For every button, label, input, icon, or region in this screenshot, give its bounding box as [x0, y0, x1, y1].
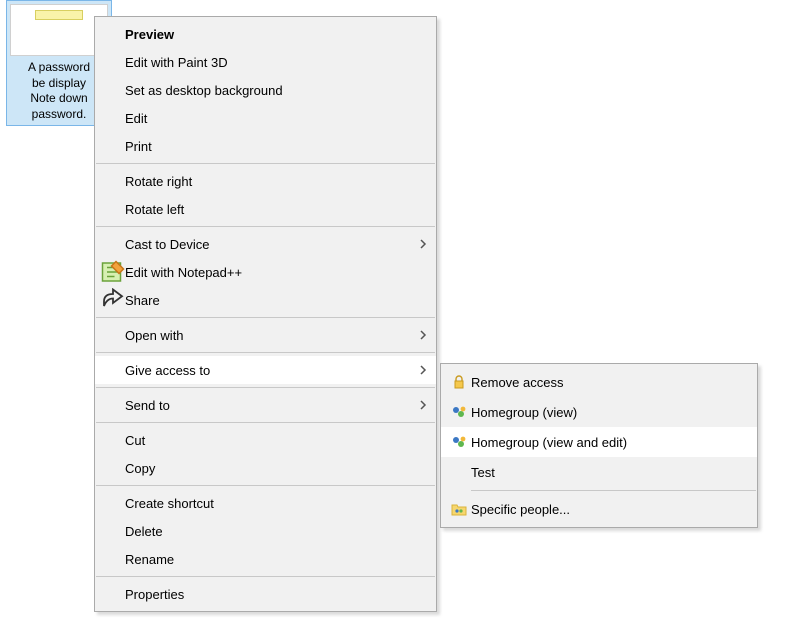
menu-separator — [96, 422, 435, 423]
chevron-right-icon — [412, 365, 428, 375]
context-menu: Preview Edit with Paint 3D Set as deskto… — [94, 16, 437, 612]
menu-item-rename[interactable]: Rename — [95, 545, 436, 573]
menu-item-preview[interactable]: Preview — [95, 20, 436, 48]
thumbnail-content — [35, 10, 83, 20]
menu-label: Cast to Device — [125, 237, 412, 252]
chevron-right-icon — [412, 330, 428, 340]
menu-separator — [96, 485, 435, 486]
menu-label: Open with — [125, 328, 412, 343]
menu-label: Share — [125, 293, 428, 308]
menu-label: Set as desktop background — [125, 83, 428, 98]
menu-item-rotate-left[interactable]: Rotate left — [95, 195, 436, 223]
submenu-separator — [471, 490, 756, 491]
menu-separator — [96, 226, 435, 227]
menu-label: Preview — [125, 27, 428, 42]
chevron-right-icon — [412, 239, 428, 249]
menu-label: Cut — [125, 433, 428, 448]
menu-label: Properties — [125, 587, 428, 602]
submenu-label: Homegroup (view) — [471, 405, 749, 420]
menu-item-print[interactable]: Print — [95, 132, 436, 160]
submenu-label: Specific people... — [471, 502, 749, 517]
submenu-label: Remove access — [471, 375, 749, 390]
menu-label: Rotate right — [125, 174, 428, 189]
menu-label: Copy — [125, 461, 428, 476]
menu-item-rotate-right[interactable]: Rotate right — [95, 167, 436, 195]
menu-separator — [96, 387, 435, 388]
menu-label: Print — [125, 139, 428, 154]
lock-icon — [447, 374, 471, 390]
menu-item-send-to[interactable]: Send to — [95, 391, 436, 419]
homegroup-icon — [447, 434, 471, 450]
menu-item-delete[interactable]: Delete — [95, 517, 436, 545]
homegroup-icon — [447, 404, 471, 420]
people-folder-icon — [447, 501, 471, 517]
submenu-item-homegroup-view-edit[interactable]: Homegroup (view and edit) — [441, 427, 757, 457]
menu-separator — [96, 163, 435, 164]
menu-separator — [96, 576, 435, 577]
notepadpp-icon — [101, 260, 125, 284]
menu-label: Create shortcut — [125, 496, 428, 511]
menu-separator — [96, 317, 435, 318]
menu-item-cut[interactable]: Cut — [95, 426, 436, 454]
share-icon — [101, 288, 125, 312]
menu-separator — [96, 352, 435, 353]
menu-item-cast-to-device[interactable]: Cast to Device — [95, 230, 436, 258]
submenu-label: Test — [471, 465, 749, 480]
menu-label: Edit — [125, 111, 428, 126]
menu-item-give-access-to[interactable]: Give access to — [95, 356, 436, 384]
menu-label: Delete — [125, 524, 428, 539]
menu-item-edit[interactable]: Edit — [95, 104, 436, 132]
menu-label: Rename — [125, 552, 428, 567]
menu-item-paint3d[interactable]: Edit with Paint 3D — [95, 48, 436, 76]
context-submenu-give-access: Remove access Homegroup (view) Homegroup… — [440, 363, 758, 528]
menu-item-create-shortcut[interactable]: Create shortcut — [95, 489, 436, 517]
menu-item-properties[interactable]: Properties — [95, 580, 436, 608]
menu-item-share[interactable]: Share — [95, 286, 436, 314]
menu-label: Send to — [125, 398, 412, 413]
submenu-item-specific-people[interactable]: Specific people... — [441, 494, 757, 524]
menu-item-edit-notepadpp[interactable]: Edit with Notepad++ — [95, 258, 436, 286]
menu-label: Edit with Notepad++ — [125, 265, 428, 280]
submenu-item-remove-access[interactable]: Remove access — [441, 367, 757, 397]
submenu-item-test[interactable]: Test — [441, 457, 757, 487]
menu-item-set-desktop-background[interactable]: Set as desktop background — [95, 76, 436, 104]
menu-item-open-with[interactable]: Open with — [95, 321, 436, 349]
submenu-item-homegroup-view[interactable]: Homegroup (view) — [441, 397, 757, 427]
menu-label: Give access to — [125, 363, 412, 378]
chevron-right-icon — [412, 400, 428, 410]
menu-label: Edit with Paint 3D — [125, 55, 428, 70]
submenu-label: Homegroup (view and edit) — [471, 435, 749, 450]
menu-label: Rotate left — [125, 202, 428, 217]
menu-item-copy[interactable]: Copy — [95, 454, 436, 482]
